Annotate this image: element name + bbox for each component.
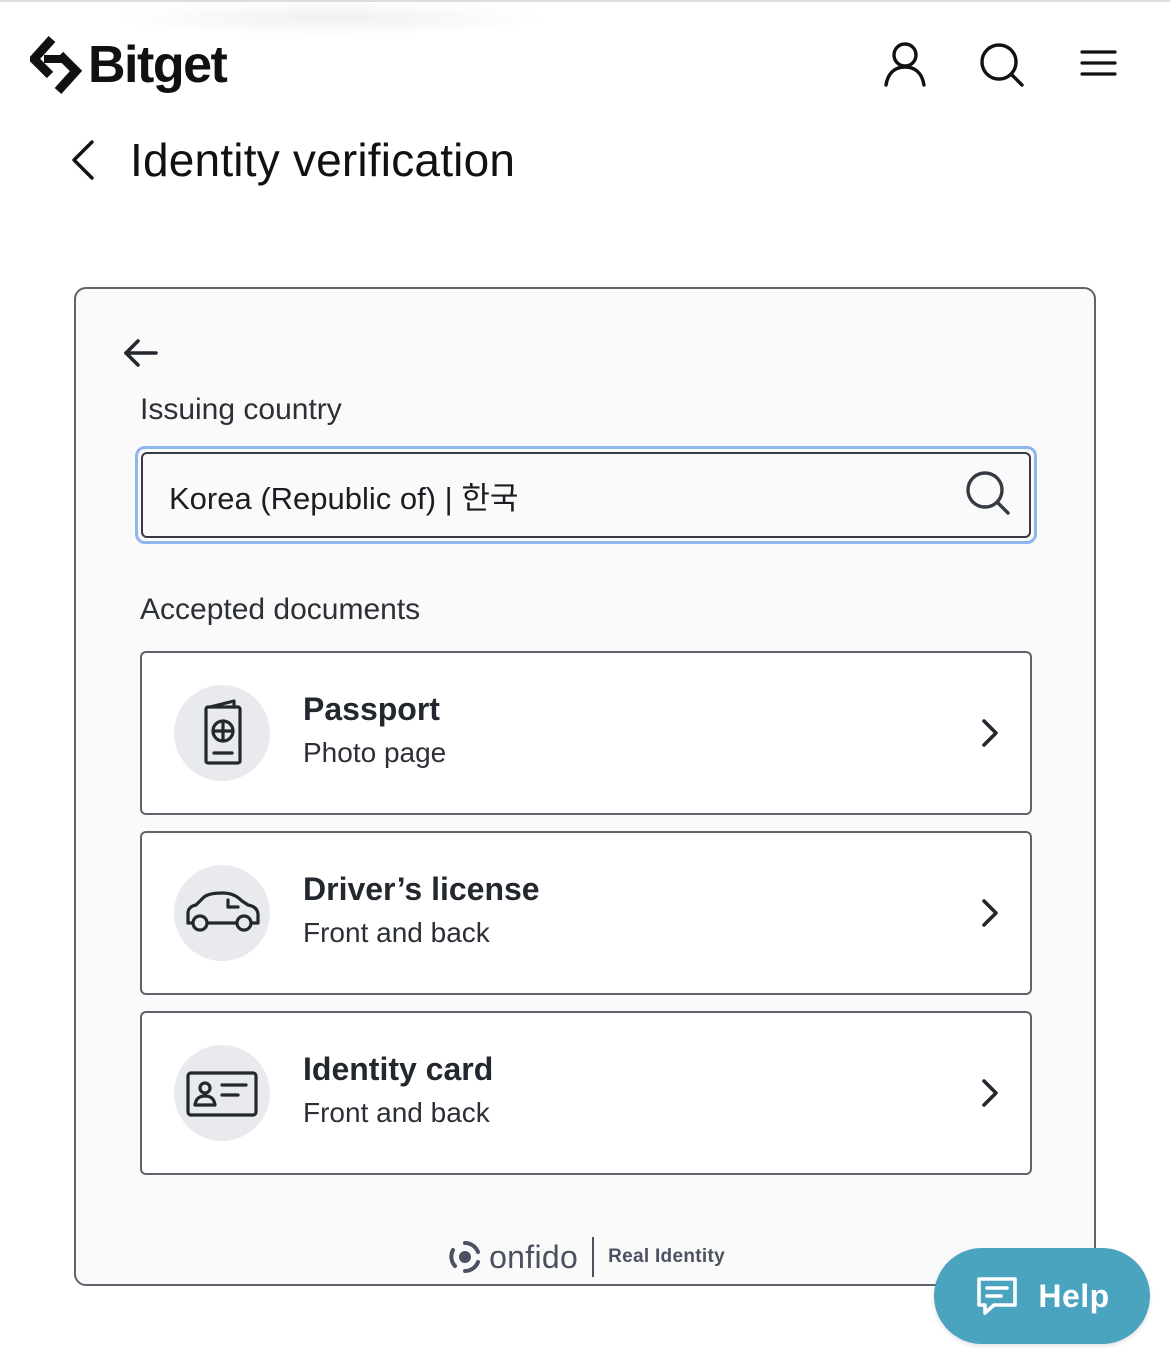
- passport-icon: [204, 699, 242, 765]
- page-header: Identity verification: [60, 128, 515, 192]
- id-card-icon-container: [174, 1045, 270, 1141]
- brand-name: Bitget: [88, 36, 228, 94]
- help-label: Help: [1038, 1277, 1110, 1314]
- document-title: Driver’s license: [303, 871, 540, 907]
- document-option-identity-card[interactable]: Identity card Front and back: [140, 1011, 1032, 1175]
- bitget-logo[interactable]: Bitget: [30, 30, 228, 100]
- document-subtitle: Front and back: [303, 917, 490, 948]
- country-search-focus-ring: Korea (Republic of) | 한국: [135, 446, 1037, 544]
- user-icon[interactable]: [880, 40, 930, 90]
- menu-icon[interactable]: [1074, 40, 1124, 90]
- page-title: Identity verification: [130, 134, 516, 186]
- issuing-country-label: Issuing country: [140, 393, 342, 426]
- chevron-right-icon: [982, 899, 998, 927]
- document-title: Passport: [303, 691, 440, 727]
- chat-bubble-icon: [977, 1277, 1018, 1315]
- document-subtitle: Photo page: [303, 737, 447, 768]
- document-title: Identity card: [303, 1051, 494, 1087]
- chevron-right-icon: [982, 1079, 998, 1107]
- back-arrow-icon[interactable]: [122, 335, 162, 371]
- id-card-icon: [186, 1071, 258, 1117]
- bitget-logo-icon: [30, 35, 82, 95]
- verification-panel: Issuing country Korea (Republic of) | 한국…: [74, 287, 1096, 1286]
- back-chevron-icon[interactable]: [60, 136, 108, 184]
- document-option-drivers-license[interactable]: Driver’s license Front and back: [140, 831, 1032, 995]
- country-search-input[interactable]: Korea (Republic of) | 한국: [141, 452, 1031, 538]
- car-icon-container: [174, 865, 270, 961]
- document-option-passport[interactable]: Passport Photo page: [140, 651, 1032, 815]
- passport-icon-container: [174, 685, 270, 781]
- onfido-logo-icon: [449, 1241, 481, 1273]
- accepted-documents-label: Accepted documents: [140, 593, 421, 626]
- car-icon: [186, 891, 260, 932]
- search-icon[interactable]: [977, 40, 1027, 90]
- site-header: Bitget: [0, 20, 1170, 110]
- search-icon[interactable]: [963, 468, 1013, 518]
- chevron-right-icon: [982, 719, 998, 747]
- help-button[interactable]: Help: [934, 1248, 1150, 1344]
- onfido-brand-text: onfido: [489, 1238, 579, 1275]
- brand-divider: [592, 1237, 595, 1277]
- country-search-value: Korea (Republic of) | 한국: [169, 480, 519, 516]
- real-identity-tagline: Real Identity: [608, 1246, 725, 1267]
- document-subtitle: Front and back: [303, 1097, 490, 1128]
